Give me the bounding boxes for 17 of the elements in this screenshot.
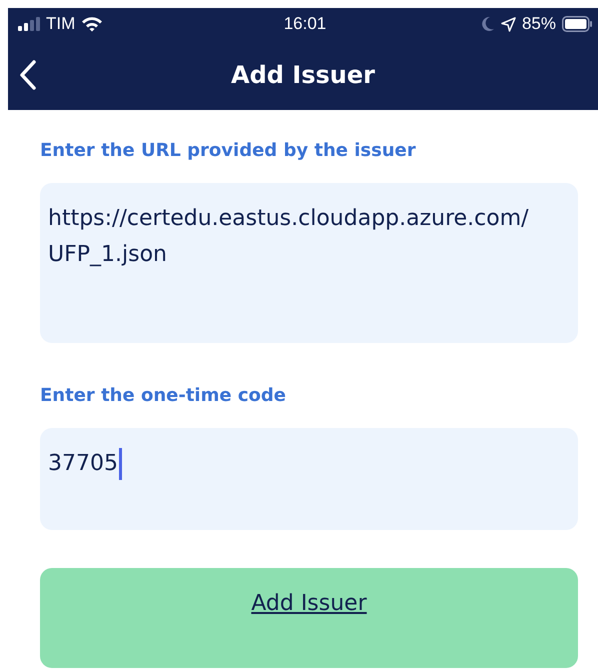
field-label: Enter the one-time code [40, 385, 287, 406]
field-label: Enter the URL provided by the issuer [40, 140, 417, 161]
moon-icon [480, 16, 495, 32]
location-arrow-icon [500, 16, 516, 32]
back-button[interactable] [20, 60, 36, 90]
signal-icon [18, 17, 40, 31]
input-field[interactable]: https://certedu.eastus.cloudapp.azure.com/UFP_1.json [40, 183, 578, 343]
input-field[interactable]: 37705 [40, 428, 578, 530]
battery-icon [562, 16, 592, 32]
screen-title: Add Issuer [231, 61, 375, 89]
text-cursor [119, 448, 122, 480]
carrier-name: TIM [46, 14, 76, 34]
add-issuer-button[interactable]: Add Issuer [40, 568, 578, 668]
status-time: 16:01 [284, 14, 326, 34]
battery-percentage: 85% [522, 14, 556, 34]
chevron-left-icon [20, 60, 36, 90]
wifi-icon [81, 16, 104, 32]
